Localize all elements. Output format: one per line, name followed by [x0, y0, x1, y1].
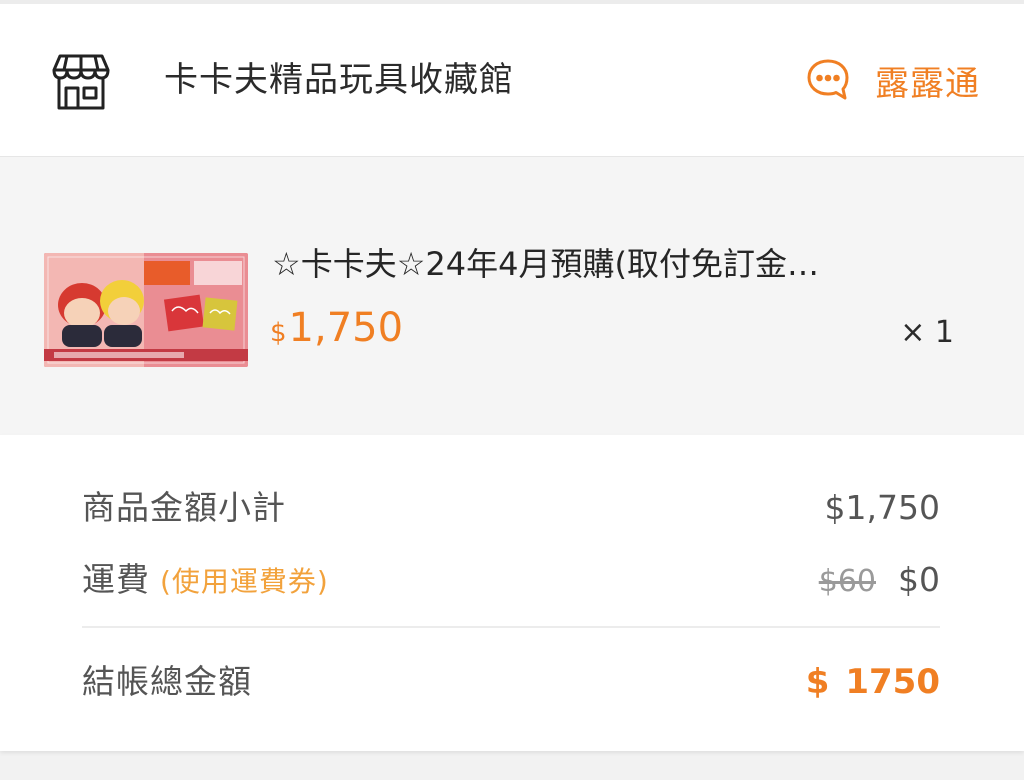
shipping-coupon-note[interactable]: (使用運費券): [160, 565, 329, 598]
subtotal-value: $1,750: [824, 488, 940, 527]
total-currency: $: [805, 662, 830, 702]
price-amount: 1,750: [288, 305, 404, 351]
product-thumbnail[interactable]: [44, 253, 248, 367]
shop-name[interactable]: 卡卡夫精品玩具收藏館: [164, 52, 514, 108]
order-summary: 商品金額小計 $1,750 運費 (使用運費券) $60 $0 結帳總金額 $17…: [0, 435, 1024, 751]
subtotal-label: 商品金額小計: [82, 488, 286, 527]
shop-header: 卡卡夫精品玩具收藏館 露露通: [0, 4, 1024, 157]
shipping-row: 運費 (使用運費券) $60 $0: [82, 555, 940, 605]
shipping-price: $0: [898, 560, 940, 599]
shipping-value-group: $60 $0: [819, 555, 940, 607]
total-value: 1750: [845, 662, 940, 702]
shipping-label-group: 運費 (使用運費券): [82, 555, 329, 607]
shipping-label: 運費: [82, 560, 150, 599]
chat-button[interactable]: 露露通: [805, 50, 980, 110]
price-currency: $: [270, 318, 287, 348]
store-icon: [50, 52, 112, 112]
summary-divider: [82, 626, 940, 628]
subtotal-row: 商品金額小計 $1,750: [82, 483, 940, 533]
cart-item[interactable]: ☆卡卡夫☆24年4月預購(取付免訂金… $ 1,750 × 1: [0, 157, 1024, 435]
total-value-group: $1750: [806, 657, 940, 707]
chat-bubble-icon: [805, 57, 851, 103]
total-row: 結帳總金額 $1750: [82, 657, 940, 707]
product-quantity: × 1: [900, 315, 954, 350]
product-price: $ 1,750: [270, 305, 403, 351]
shipping-original-price: $60: [818, 564, 876, 599]
chat-label: 露露通: [875, 63, 980, 104]
total-label: 結帳總金額: [82, 662, 252, 701]
product-title[interactable]: ☆卡卡夫☆24年4月預購(取付免訂金…: [272, 241, 952, 287]
